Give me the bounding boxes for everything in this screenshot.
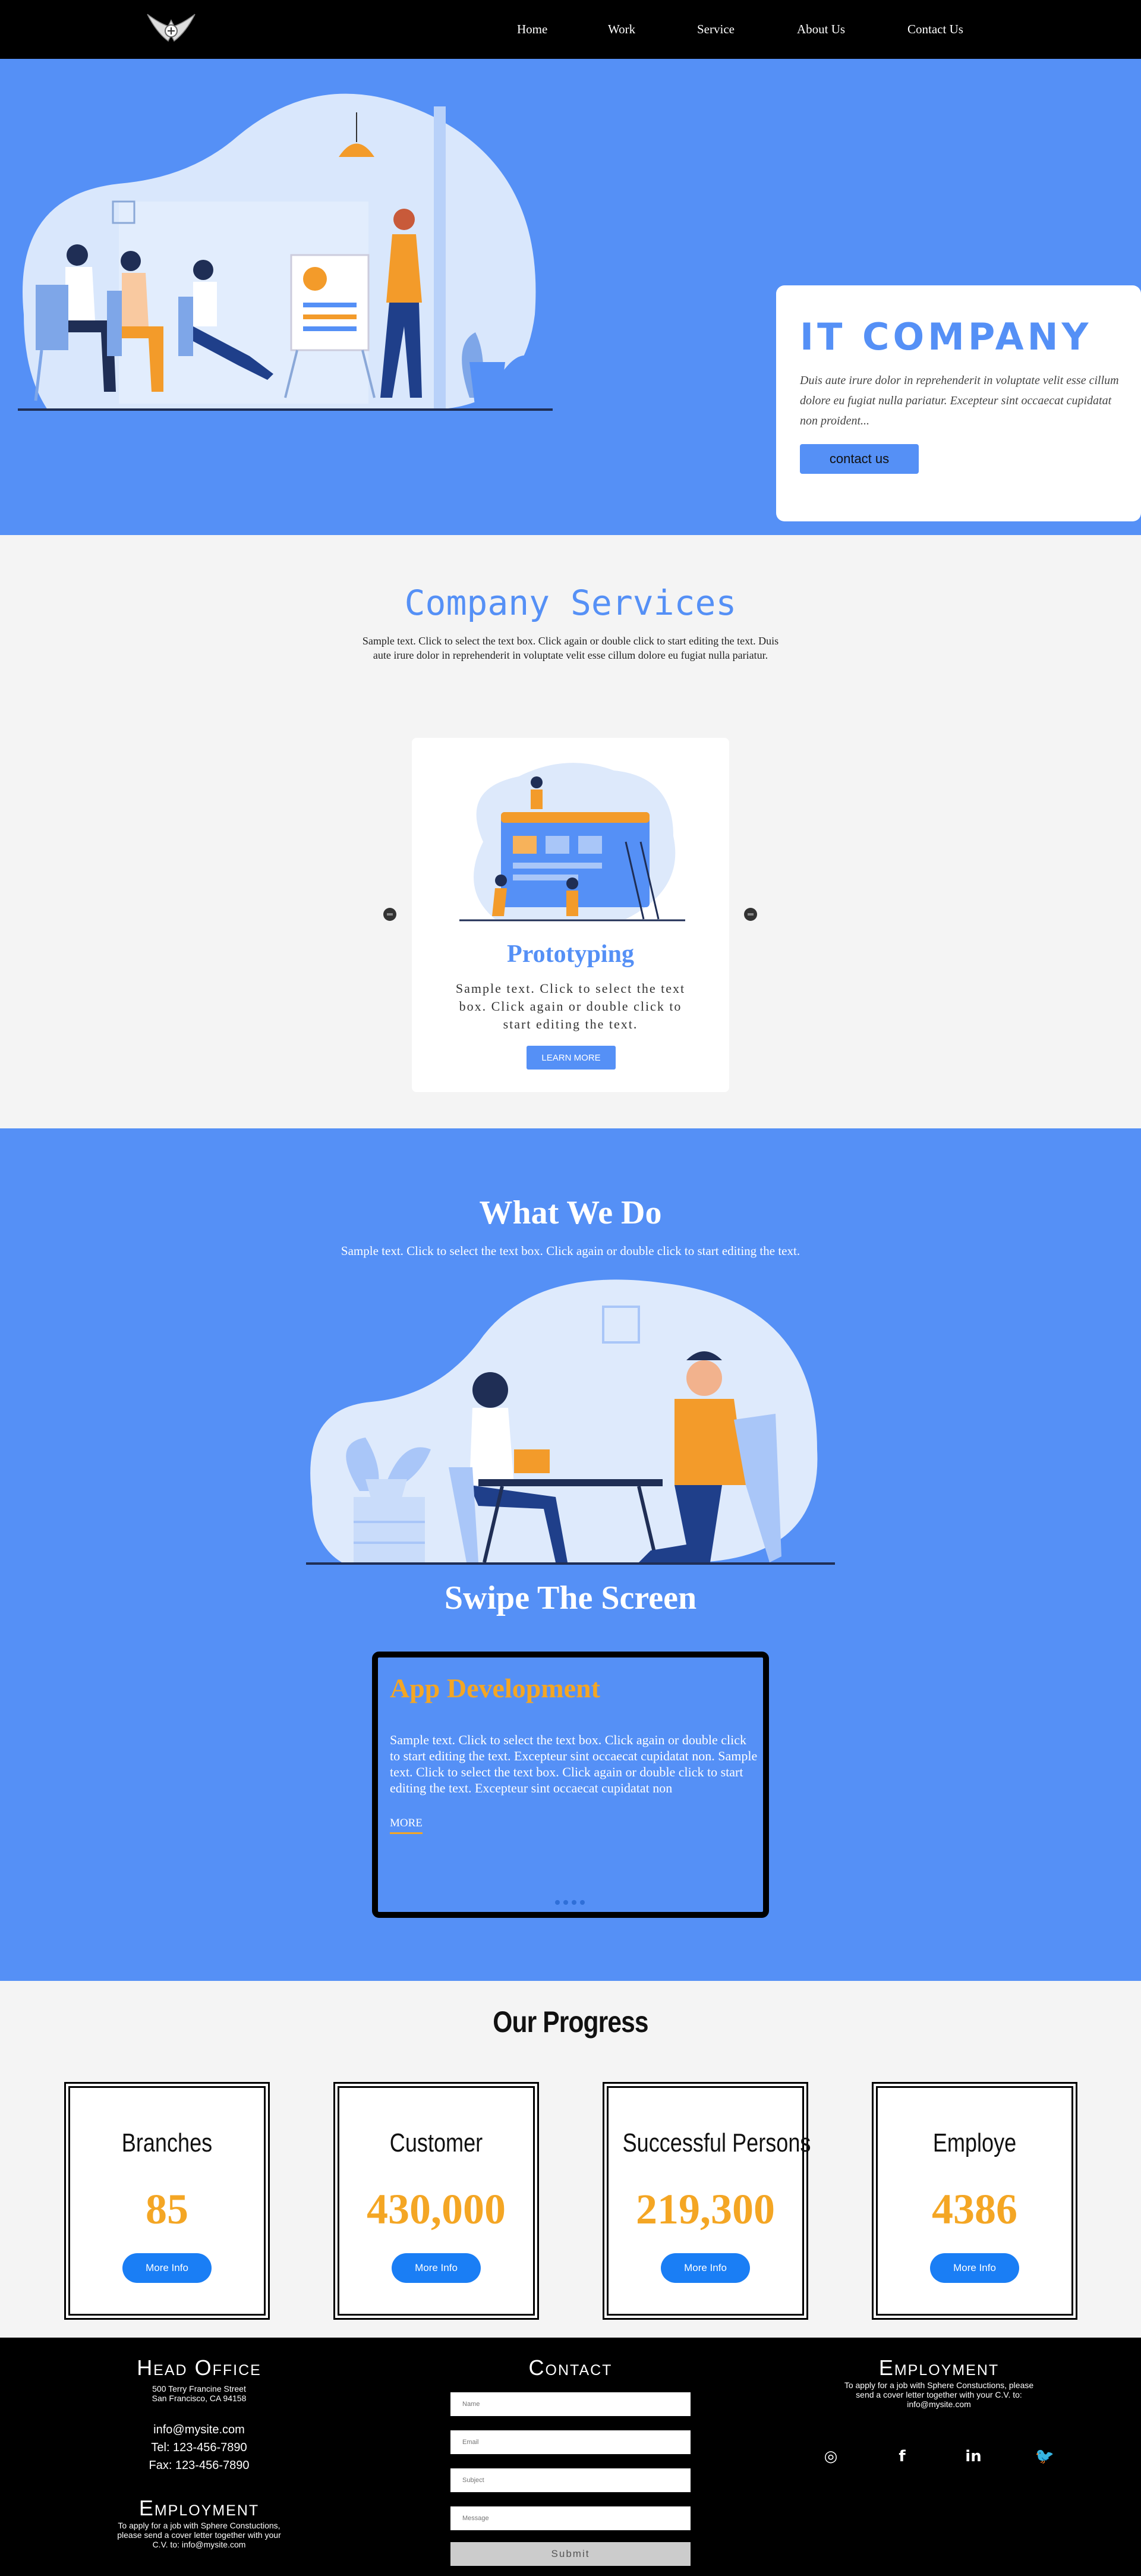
nav-contact-us[interactable]: Contact Us: [907, 22, 963, 37]
slider[interactable]: App Development Sample text. Click to se…: [372, 1652, 769, 1918]
what-we-do-title: What We Do: [479, 1194, 662, 1231]
slider-dot[interactable]: [563, 1900, 568, 1905]
hero-card: IT COMPANY Duis aute irure dolor in repr…: [776, 285, 1141, 521]
logo[interactable]: [141, 8, 201, 50]
slider-dots: [555, 1900, 585, 1905]
nav-about-us[interactable]: About Us: [797, 22, 845, 37]
progress-card-value: 85: [146, 2185, 188, 2233]
progress-card: Branches 85 More Info: [64, 2082, 270, 2320]
progress-card-name: Successful Persons: [622, 2128, 811, 2157]
what-we-do-section: What We Do Sample text. Click to select …: [0, 1128, 1141, 1981]
more-link[interactable]: MORE: [390, 1817, 423, 1834]
nav-service[interactable]: Service: [697, 22, 735, 37]
hero-text: Duis aute irure dolor in reprehenderit i…: [800, 374, 1119, 427]
email-field[interactable]: [450, 2430, 691, 2454]
name-field[interactable]: [450, 2392, 691, 2416]
more-info-button[interactable]: More Info: [392, 2253, 481, 2283]
hero-title: IT COMPANY: [800, 315, 1092, 358]
twitter-icon[interactable]: 🐦: [1033, 2448, 1057, 2465]
more-info-button[interactable]: More Info: [930, 2253, 1019, 2283]
slider-dot[interactable]: [572, 1900, 576, 1905]
footer: Head Office 500 Terry Francine Street Sa…: [0, 2338, 1141, 2576]
employment-text: To apply for a job with Sphere Constucti…: [117, 2521, 281, 2549]
prototyping-illustration: [447, 753, 697, 925]
employment-text: To apply for a job with Sphere Constucti…: [844, 2380, 1034, 2409]
social-links: ◎ f in 🐦: [819, 2448, 1057, 2465]
services-text: Sample text. Click to select the text bo…: [362, 635, 779, 661]
progress-card-name: Branches: [121, 2128, 213, 2157]
service-card-title: Prototyping: [507, 941, 634, 968]
submit-button[interactable]: Submit: [450, 2542, 691, 2566]
office-tel: Tel: 123-456-7890: [151, 2441, 247, 2454]
progress-title: Our Progress: [493, 2005, 648, 2039]
message-field[interactable]: [450, 2506, 691, 2530]
instagram-icon[interactable]: ◎: [819, 2448, 843, 2465]
slide-text: Sample text. Click to select the text bo…: [390, 1732, 758, 1795]
nav-home[interactable]: Home: [517, 22, 547, 37]
employment-title: Employment: [878, 2355, 1000, 2380]
subject-field[interactable]: [450, 2468, 691, 2492]
progress-card-value: 4386: [932, 2185, 1017, 2233]
office-fax: Fax: 123-456-7890: [149, 2459, 250, 2472]
service-card-text: Sample text. Click to select the text bo…: [455, 981, 686, 1031]
progress-card: Employe 4386 More Info: [872, 2082, 1077, 2320]
progress-card: Customer 430,000 More Info: [333, 2082, 539, 2320]
swipe-title: Swipe The Screen: [444, 1580, 697, 1616]
services-title: Company Services: [404, 583, 737, 623]
meeting-illustration: [306, 1271, 835, 1568]
carousel-prev-button[interactable]: [383, 908, 396, 921]
hero-section: IT COMPANY Duis aute irure dolor in repr…: [0, 59, 1141, 535]
office-email[interactable]: info@mysite.com: [110, 2421, 288, 2439]
what-we-do-text: Sample text. Click to select the text bo…: [341, 1244, 800, 1258]
progress-card: Successful Persons 219,300 More Info: [603, 2082, 811, 2320]
service-card: Prototyping Sample text. Click to select…: [412, 738, 729, 1092]
carousel-next-button[interactable]: [744, 908, 757, 921]
facebook-icon[interactable]: f: [890, 2448, 914, 2465]
progress-card-name: Customer: [389, 2128, 483, 2157]
address-line-2: San Francisco, CA 94158: [152, 2393, 247, 2403]
more-info-button[interactable]: More Info: [122, 2253, 212, 2283]
services-section: Company Services Sample text. Click to s…: [0, 535, 1141, 1128]
progress-section: Our Progress Branches 85 More Info Custo…: [0, 1981, 1141, 2338]
head-office-column: Head Office 500 Terry Francine Street Sa…: [110, 2355, 288, 2549]
employment-title: Employment: [138, 2496, 260, 2520]
contact-column: Contact Submit: [450, 2355, 691, 2566]
progress-card-name: Employe: [932, 2128, 1017, 2157]
address-line-1: 500 Terry Francine Street: [152, 2384, 246, 2393]
linkedin-icon[interactable]: in: [962, 2448, 985, 2465]
employment-column: Employment To apply for a job with Spher…: [841, 2355, 1037, 2409]
slide-title: App Development: [390, 1673, 600, 1703]
hero-illustration: [12, 77, 559, 445]
nav-work[interactable]: Work: [608, 22, 635, 37]
progress-card-value: 219,300: [636, 2185, 775, 2233]
more-info-button[interactable]: More Info: [661, 2253, 750, 2283]
slider-dot[interactable]: [555, 1900, 560, 1905]
slider-dot[interactable]: [580, 1900, 585, 1905]
top-nav: Home Work Service About Us Contact Us: [0, 0, 1141, 59]
learn-more-button[interactable]: LEARN MORE: [527, 1046, 616, 1070]
head-office-title: Head Office: [137, 2355, 261, 2380]
progress-card-value: 430,000: [367, 2185, 506, 2233]
contact-title: Contact: [528, 2355, 613, 2380]
contact-us-button[interactable]: contact us: [800, 444, 919, 474]
